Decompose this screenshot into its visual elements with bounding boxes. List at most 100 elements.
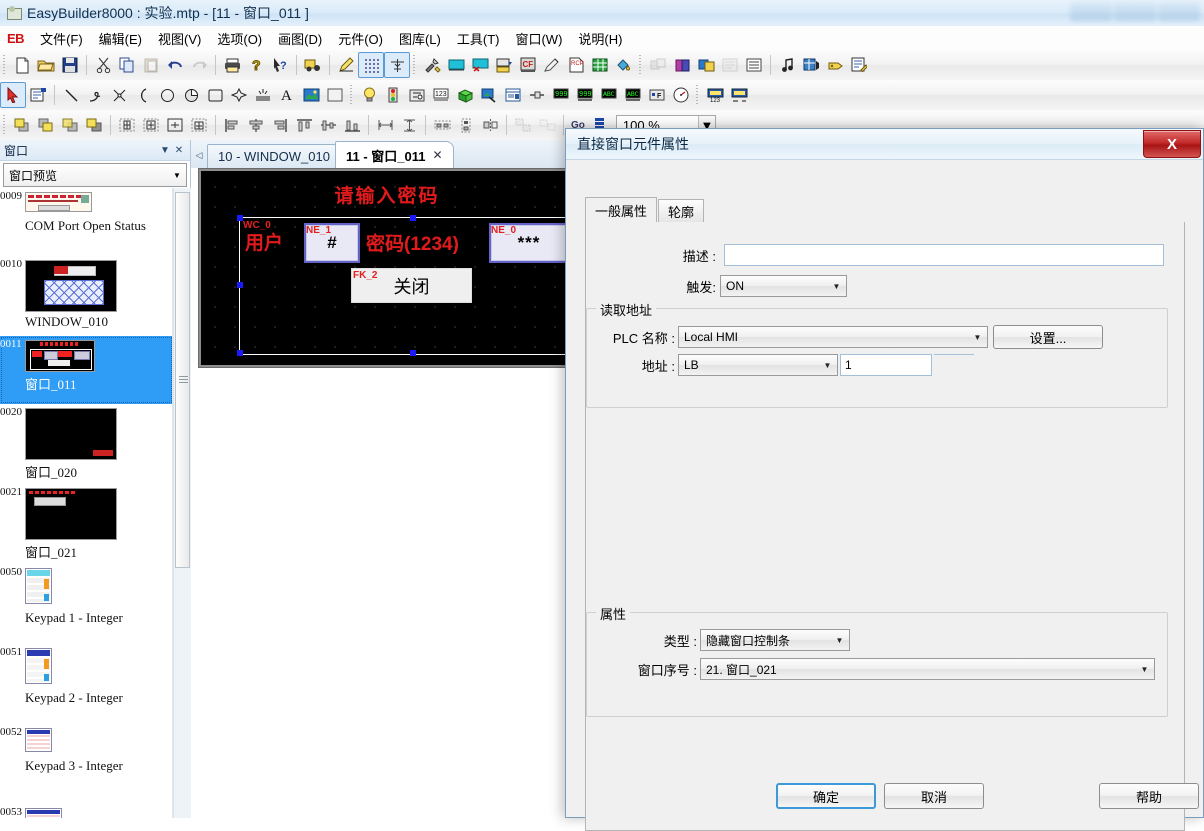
minimize-button[interactable] [1070, 2, 1112, 21]
group-library-icon[interactable] [742, 53, 766, 77]
star-tool-icon[interactable] [227, 83, 251, 107]
online-sim-icon[interactable] [468, 53, 492, 77]
animation-icon[interactable] [477, 83, 501, 107]
chevron-down-icon[interactable]: ▼ [830, 630, 849, 650]
distribute-v-icon[interactable] [454, 113, 478, 137]
list-item[interactable]: 0053 [0, 804, 173, 818]
toolbar-grip-5[interactable] [694, 85, 701, 105]
same-height-icon[interactable] [397, 113, 421, 137]
context-help-icon[interactable]: ? [268, 53, 292, 77]
polygon-tool-icon[interactable] [107, 83, 131, 107]
macro-editor-icon[interactable] [847, 53, 871, 77]
rectangle-tool-icon[interactable] [203, 83, 227, 107]
tab-window-010[interactable]: 10 - WINDOW_010 [207, 144, 341, 168]
menu-item-view[interactable]: 视图(V) [150, 26, 209, 51]
flip-icon[interactable] [478, 113, 502, 137]
sound-library-icon[interactable] [775, 53, 799, 77]
maximize-button[interactable] [1114, 2, 1156, 21]
multi-state-lamp-icon[interactable] [381, 83, 405, 107]
meter-icon[interactable] [669, 83, 693, 107]
selection-handle[interactable] [237, 215, 243, 221]
tab-outline[interactable]: 轮廓 [658, 199, 705, 223]
chevron-down-icon[interactable]: ▼ [168, 171, 186, 180]
close-icon[interactable]: X [1143, 130, 1201, 158]
snap-to-grid-icon[interactable] [384, 52, 410, 78]
shape-library-icon[interactable] [718, 53, 742, 77]
function-key-icon[interactable]: F [645, 83, 669, 107]
print-icon[interactable] [220, 53, 244, 77]
scale-tool-icon[interactable] [251, 83, 275, 107]
chevron-down-icon[interactable]: ▼ [158, 145, 172, 156]
window-list[interactable]: 0009 COM Port Open Status 0010 WINDOW_01… [0, 188, 173, 818]
paint-bucket-icon[interactable] [612, 53, 636, 77]
chevron-down-icon[interactable]: ▼ [827, 276, 846, 296]
cut-icon[interactable] [91, 53, 115, 77]
select-arrow-icon[interactable] [0, 82, 26, 108]
align-bottom-edge-icon[interactable] [340, 113, 364, 137]
menu-item-options[interactable]: 选项(O) [209, 26, 270, 51]
close-icon[interactable]: ✕ [172, 145, 186, 156]
align-left-icon[interactable] [220, 113, 244, 137]
menu-item-draw[interactable]: 画图(D) [270, 26, 330, 51]
canvas-password-label[interactable]: 密码(1234) [366, 229, 459, 256]
menu-item-help[interactable]: 说明(H) [570, 26, 630, 51]
menu-item-library[interactable]: 图库(L) [391, 26, 449, 51]
address-number-input[interactable]: 1 [840, 354, 932, 376]
bring-to-front-icon[interactable] [10, 113, 34, 137]
trigger-combo[interactable]: ON ▼ [720, 275, 847, 297]
grid-toggle-icon[interactable] [358, 52, 384, 78]
window-no-combo[interactable]: 21. 窗口_021 ▼ [700, 658, 1155, 680]
recipe-icon[interactable]: RCP [564, 53, 588, 77]
group-object-icon[interactable] [646, 53, 670, 77]
toolbar-grip-2[interactable] [411, 55, 418, 75]
align-top-edge-icon[interactable] [292, 113, 316, 137]
selection-handle[interactable] [410, 350, 416, 356]
numeric-entry-icon[interactable]: 999 [573, 83, 597, 107]
edit-tool-icon[interactable] [540, 53, 564, 77]
send-backward-icon[interactable] [82, 113, 106, 137]
send-to-back-icon[interactable] [34, 113, 58, 137]
tab-general-attributes[interactable]: 一般属性 [585, 197, 658, 224]
distribute-h-icon[interactable] [430, 113, 454, 137]
description-input[interactable] [724, 244, 1164, 266]
tab-window-011[interactable]: 11 - 窗口_011 ✕ [334, 141, 454, 168]
list-item[interactable]: 0020 窗口_020 [0, 404, 173, 484]
scrollbar-thumb[interactable] [175, 192, 190, 568]
canvas-title-text[interactable]: 请输入密码 [201, 181, 573, 208]
toolbar-grip-3[interactable] [637, 55, 644, 75]
bit-data-icon[interactable] [727, 83, 751, 107]
ascii-display-icon[interactable]: ABC [597, 83, 621, 107]
align-middle-icon[interactable] [163, 113, 187, 137]
help-button[interactable]: 帮助 [1099, 783, 1199, 809]
editor-vertical-scrollbar[interactable] [173, 188, 191, 818]
object-properties-icon[interactable] [26, 83, 50, 107]
list-item[interactable]: 0009 COM Port Open Status [0, 188, 173, 256]
library-book-icon[interactable] [670, 53, 694, 77]
selection-handle[interactable] [237, 282, 243, 288]
3d-shape-icon[interactable] [453, 83, 477, 107]
numeric-display-icon[interactable]: 999 [549, 83, 573, 107]
align-center-icon[interactable] [139, 113, 163, 137]
chevron-down-icon[interactable]: ▼ [1135, 659, 1154, 679]
new-file-icon[interactable] [10, 53, 34, 77]
save-icon[interactable] [58, 53, 82, 77]
align-vcenter-icon[interactable] [316, 113, 340, 137]
group-icon[interactable] [511, 113, 535, 137]
text-tool-icon[interactable]: A [275, 83, 299, 107]
window-manager-icon[interactable] [799, 53, 823, 77]
pie-tool-icon[interactable] [179, 83, 203, 107]
simulate-icon[interactable] [301, 53, 325, 77]
ascii-entry-icon[interactable]: ABC [621, 83, 645, 107]
redo-icon[interactable] [187, 53, 211, 77]
pen-icon[interactable] [334, 53, 358, 77]
polyline-tool-icon[interactable] [83, 83, 107, 107]
close-icon[interactable]: ✕ [432, 148, 442, 162]
list-item[interactable]: 0011 窗口_011 [0, 336, 173, 404]
toolbar-grip-4[interactable] [348, 85, 355, 105]
ellipse-tool-icon[interactable] [155, 83, 179, 107]
window-controls[interactable] [1070, 2, 1200, 21]
line-tool-icon[interactable] [59, 83, 83, 107]
picture-library-icon[interactable] [694, 53, 718, 77]
tab-scroll-left-icon[interactable]: ◁ [191, 142, 207, 168]
align-top-icon[interactable] [115, 113, 139, 137]
